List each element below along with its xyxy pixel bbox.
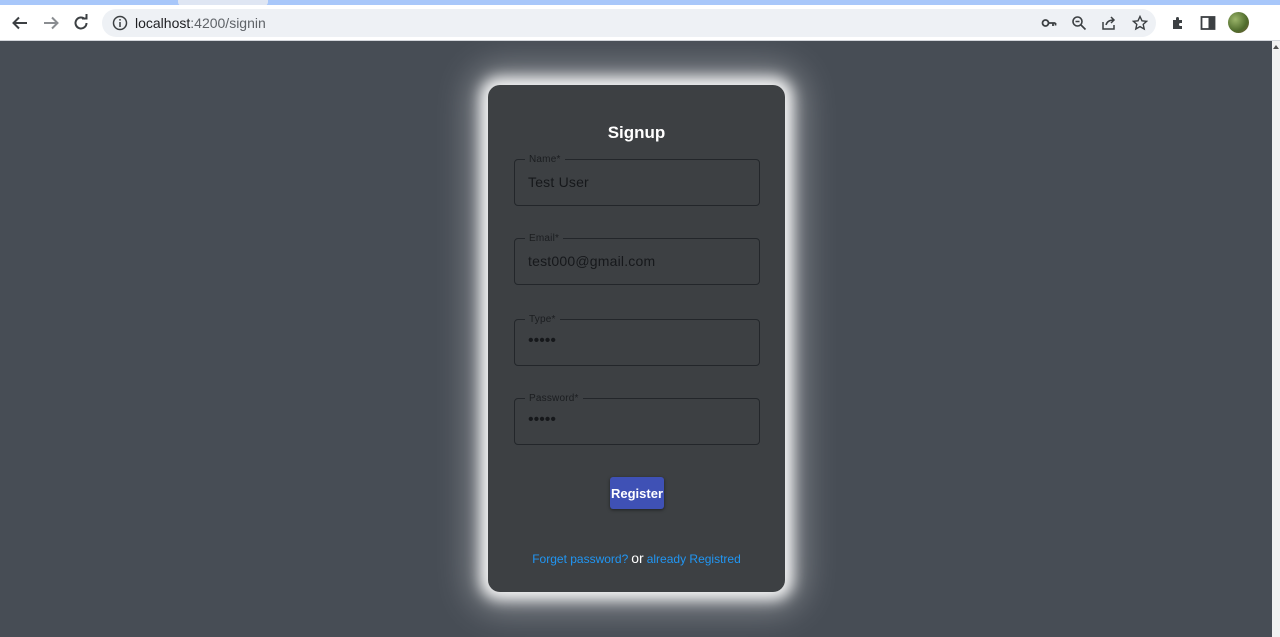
url-path: :4200/signin xyxy=(190,15,266,31)
scroll-up-arrow-icon[interactable] xyxy=(1273,45,1279,49)
email-field-value[interactable]: test000@gmail.com xyxy=(528,253,655,270)
browser-toolbar: localhost:4200/signin xyxy=(0,5,1280,41)
password-field[interactable]: Password* ••••• xyxy=(514,393,760,445)
auth-links: Forget password? or already Registred xyxy=(488,550,785,566)
extensions-icon[interactable] xyxy=(1164,9,1192,37)
name-field[interactable]: Name* Test User xyxy=(514,154,760,206)
email-field[interactable]: Email* test000@gmail.com xyxy=(514,233,760,285)
forward-icon[interactable] xyxy=(37,9,65,37)
password-field-value[interactable]: ••••• xyxy=(528,411,556,428)
signup-card: Signup Name* Test User Email* test000@gm… xyxy=(488,85,785,592)
info-icon[interactable] xyxy=(112,15,128,31)
name-field-label: Name* xyxy=(525,154,565,165)
address-bar[interactable]: localhost:4200/signin xyxy=(102,9,1156,37)
already-registered-link[interactable]: already Registred xyxy=(647,552,741,566)
url-host: localhost xyxy=(135,15,191,31)
url-text[interactable]: localhost:4200/signin xyxy=(135,15,266,31)
sidepanel-icon[interactable] xyxy=(1194,9,1222,37)
form-title: Signup xyxy=(607,123,666,142)
name-field-value[interactable]: Test User xyxy=(528,174,589,191)
avatar[interactable] xyxy=(1228,12,1249,33)
type-field-label: Type* xyxy=(525,314,560,325)
forgot-password-link[interactable]: Forget password? xyxy=(532,552,628,566)
reload-icon[interactable] xyxy=(67,9,95,37)
key-icon[interactable] xyxy=(1040,14,1058,32)
back-icon[interactable] xyxy=(6,9,34,37)
type-field[interactable]: Type* ••••• xyxy=(514,314,760,366)
star-icon[interactable] xyxy=(1131,14,1149,32)
page-scrollbar[interactable] xyxy=(1272,41,1280,637)
zoom-icon[interactable] xyxy=(1070,14,1088,32)
share-icon[interactable] xyxy=(1100,14,1118,32)
password-field-label: Password* xyxy=(525,393,583,404)
email-field-label: Email* xyxy=(525,233,564,244)
register-button[interactable]: Register xyxy=(610,477,664,509)
or-text: or xyxy=(631,550,644,566)
type-field-value[interactable]: ••••• xyxy=(528,332,556,349)
